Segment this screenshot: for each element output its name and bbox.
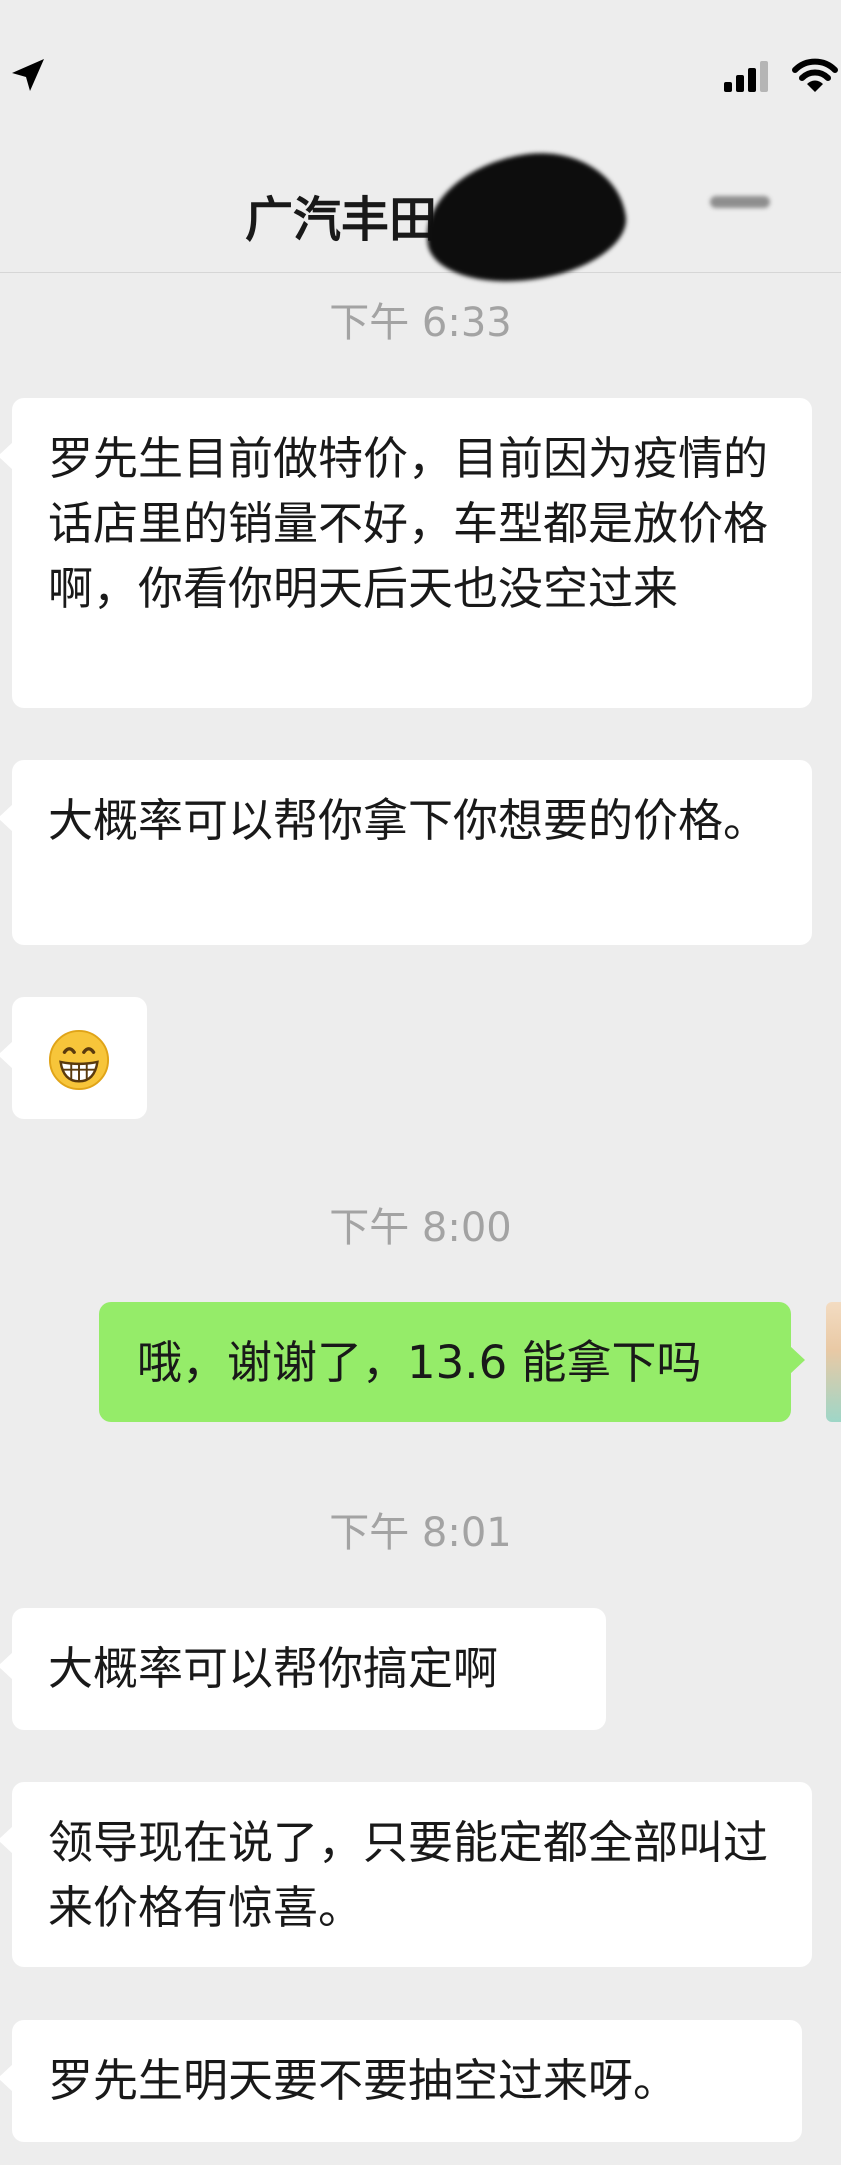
chat-title: 广汽丰田 [245, 192, 438, 248]
wifi-icon [792, 58, 838, 92]
message-timestamp: 下午 8:00 [329, 1205, 512, 1251]
grinning-face-emoji [48, 1029, 110, 1091]
status-bar [0, 0, 841, 150]
chat-title-bar: 广汽丰田 [0, 141, 841, 294]
incoming-message-bubble[interactable]: 大概率可以帮你搞定啊 [0, 1608, 606, 1730]
incoming-emoji-bubble[interactable] [0, 997, 147, 1119]
redaction-mark [417, 141, 633, 294]
outgoing-message-bubble[interactable]: 哦，谢谢了，13.6 能拿下吗 [99, 1302, 805, 1422]
message-timestamp: 下午 8:01 [329, 1510, 512, 1556]
location-arrow-icon [12, 59, 44, 91]
my-avatar[interactable] [826, 1302, 841, 1422]
incoming-message-bubble[interactable]: 领导现在说了，只要能定都全部叫过来价格有惊喜。 [0, 1782, 812, 1967]
incoming-message-bubble[interactable]: 罗先生目前做特价，目前因为疫情的话店里的销量不好，车型都是放价格啊，你看你明天后… [0, 398, 812, 708]
message-timestamp: 下午 6:33 [329, 300, 512, 346]
incoming-message-bubble[interactable]: 罗先生明天要不要抽空过来呀。 [0, 2020, 802, 2142]
more-options-icon[interactable] [710, 196, 770, 208]
incoming-message-bubble[interactable]: 大概率可以帮你拿下你想要的价格。 [0, 760, 812, 945]
cellular-signal-icon [724, 61, 768, 92]
